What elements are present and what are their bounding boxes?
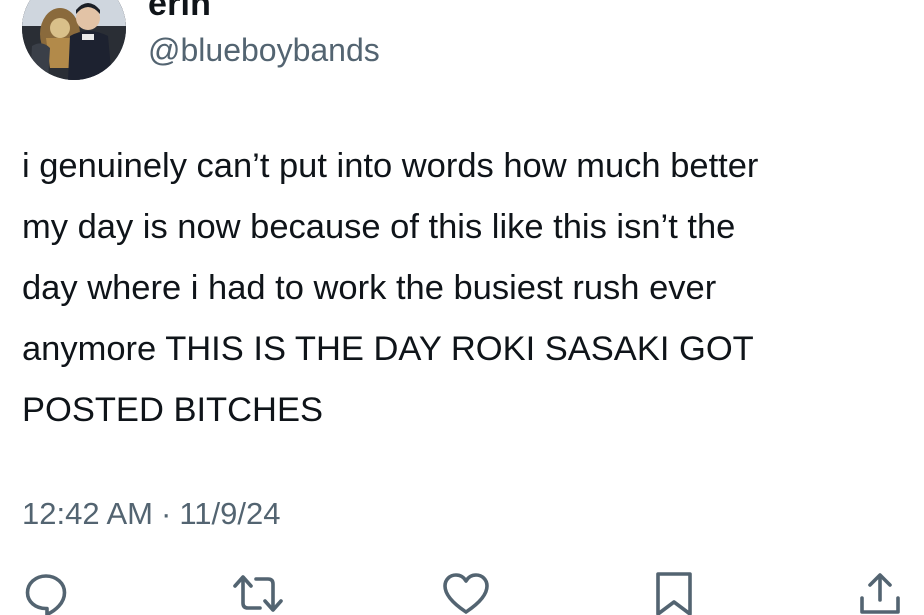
tweet-text-line: my day is now because of this like this …: [22, 208, 736, 246]
display-name[interactable]: erin: [148, 0, 211, 24]
user-handle[interactable]: @blueboybands: [148, 31, 380, 69]
tweet-timestamp[interactable]: 12:42 AM · 11/9/24: [22, 494, 280, 534]
tweet-text-line: anymore THIS IS THE DAY ROKI SASAKI GOT: [22, 330, 754, 368]
tweet-date: 11/9/24: [179, 496, 281, 531]
bookmark-button[interactable]: [650, 570, 698, 615]
tweet-text-line: i genuinely can’t put into words how muc…: [22, 147, 759, 185]
tweet-text-line: POSTED BITCHES: [22, 391, 323, 429]
heart-icon: [443, 573, 489, 614]
share-icon: [860, 573, 900, 614]
action-bar: [0, 570, 924, 615]
tweet-text: i genuinely can’t put into words how muc…: [22, 136, 912, 441]
avatar[interactable]: [22, 0, 126, 80]
like-button[interactable]: [440, 570, 492, 615]
retweet-button[interactable]: [230, 570, 286, 615]
share-button[interactable]: [856, 570, 904, 615]
speech-bubble-icon: [25, 574, 67, 615]
meta-separator: ·: [160, 496, 172, 531]
bookmark-icon: [656, 572, 692, 615]
tweet-text-line: day where i had to work the busiest rush…: [22, 269, 717, 307]
reply-button[interactable]: [22, 570, 70, 615]
tweet-time: 12:42 AM: [22, 496, 153, 531]
retweet-arrows-icon: [233, 575, 283, 612]
